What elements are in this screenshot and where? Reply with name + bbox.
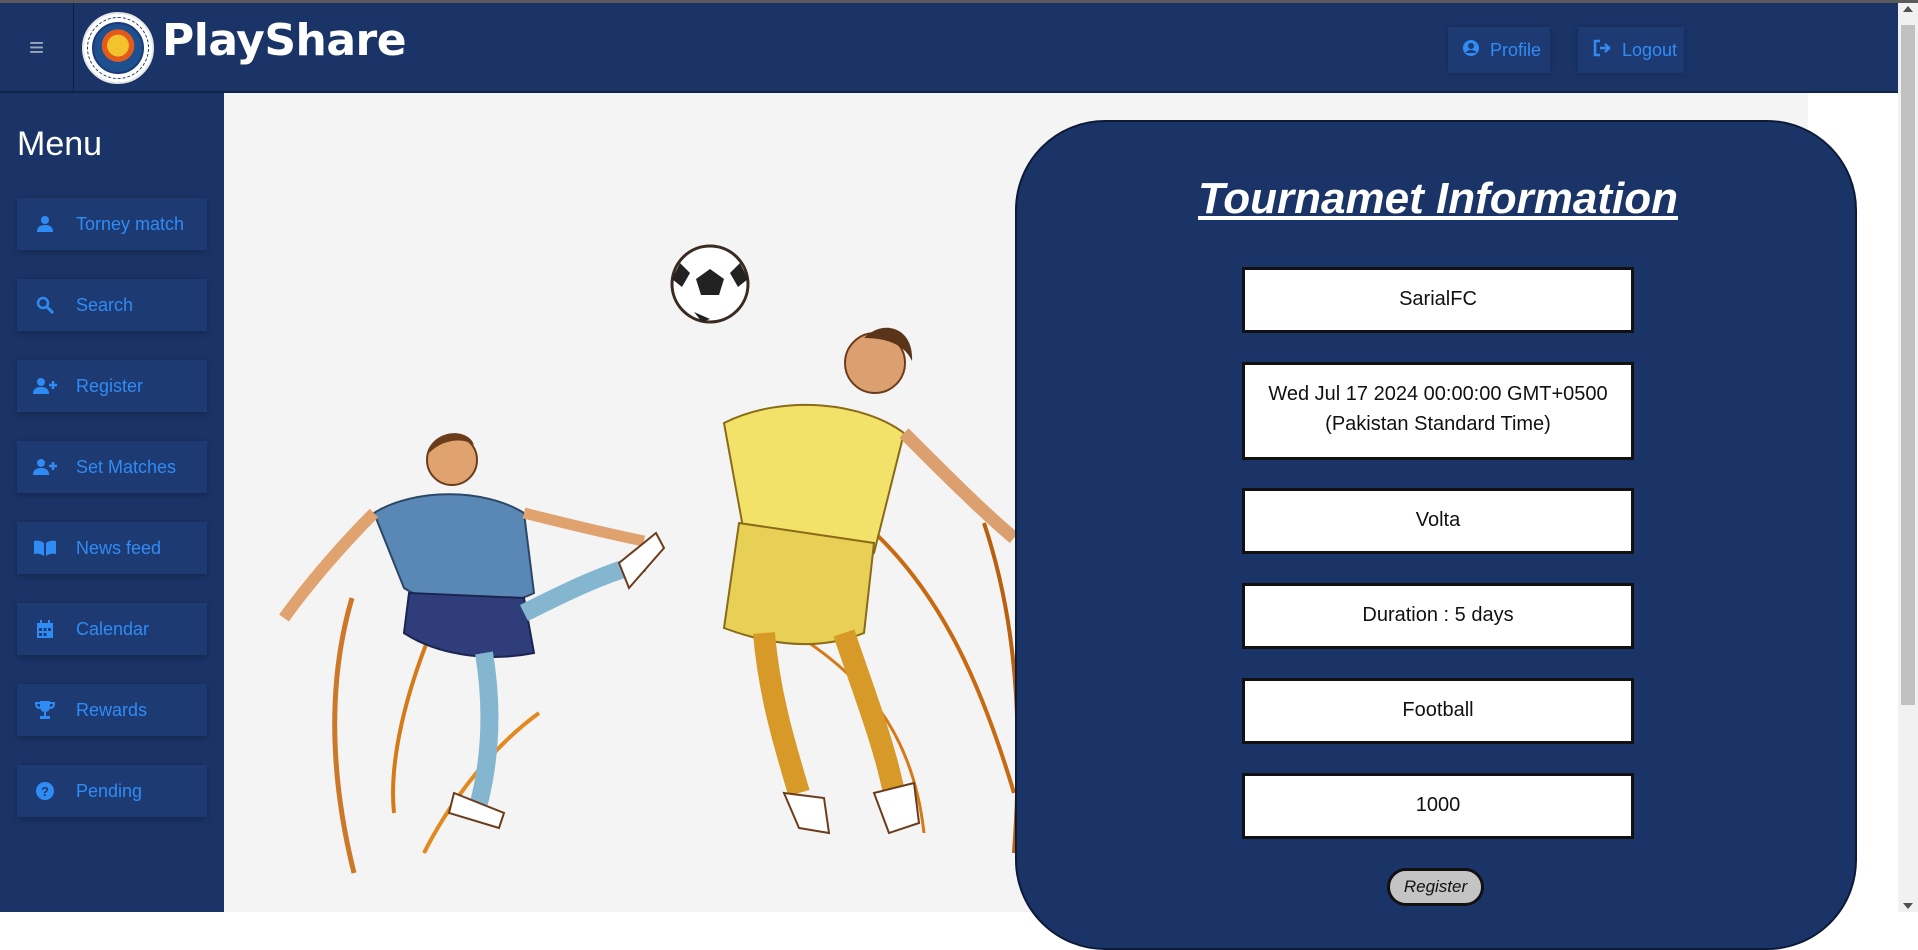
sign-out-icon — [1592, 39, 1612, 62]
sidebar-item-news-feed[interactable]: News feed — [17, 522, 207, 574]
brand-title: PlayShare — [162, 15, 407, 66]
sidebar-item-pending[interactable]: ? Pending — [17, 765, 207, 817]
sidebar-item-label: Set Matches — [76, 456, 177, 477]
user-plus-icon — [31, 377, 59, 395]
sidebar-item-rewards[interactable]: Rewards — [17, 684, 207, 736]
sidebar-item-label: Pending — [76, 780, 143, 801]
hamburger-menu-icon[interactable]: ≡ — [0, 3, 74, 91]
sidebar-item-torney-match[interactable]: Torney match — [17, 198, 207, 250]
user-icon — [31, 215, 59, 233]
profile-button[interactable]: Profile — [1448, 27, 1550, 73]
register-button[interactable]: Register — [1387, 868, 1484, 906]
sidebar-item-search[interactable]: Search — [17, 279, 207, 331]
playshare-logo — [82, 12, 154, 84]
scrollbar-thumb[interactable] — [1901, 25, 1915, 705]
team-name-field: SarialFC — [1242, 267, 1634, 333]
search-icon — [31, 296, 59, 314]
sidebar-item-label: News feed — [76, 537, 162, 558]
logout-label: Logout — [1622, 39, 1678, 60]
user-plus-icon — [31, 458, 59, 476]
sport-field: Football — [1242, 678, 1634, 744]
tournament-info-card: Tournamet Information SarialFC Wed Jul 1… — [1015, 120, 1857, 950]
entry-fee-field: 1000 — [1242, 773, 1634, 839]
football-ball-icon — [670, 244, 750, 324]
logout-button[interactable]: Logout — [1578, 27, 1684, 73]
sidebar-item-register[interactable]: Register — [17, 360, 207, 412]
card-title: Tournamet Information — [1198, 174, 1678, 223]
user-circle-icon — [1462, 39, 1480, 62]
duration-field: Duration : 5 days — [1242, 583, 1634, 649]
top-navbar: ≡ PlayShare Profile Logout — [0, 3, 1898, 93]
sidebar-item-calendar[interactable]: Calendar — [17, 603, 207, 655]
sidebar-item-set-matches[interactable]: Set Matches — [17, 441, 207, 493]
tournament-name-field: Volta — [1242, 488, 1634, 554]
trophy-icon — [31, 701, 59, 719]
calendar-icon — [31, 620, 59, 638]
svg-text:?: ? — [41, 784, 49, 799]
sidebar-item-label: Register — [76, 375, 144, 396]
sidebar-item-label: Search — [76, 294, 134, 315]
sidebar-title: Menu — [17, 125, 103, 163]
question-circle-icon: ? — [31, 782, 59, 800]
vertical-scrollbar[interactable] — [1898, 3, 1918, 912]
sidebar-item-label: Torney match — [76, 213, 185, 234]
start-date-field: Wed Jul 17 2024 00:00:00 GMT+0500 (Pakis… — [1242, 362, 1634, 460]
sidebar-item-label: Calendar — [76, 618, 150, 639]
sidebar-item-label: Rewards — [76, 699, 148, 720]
sidebar: Menu Torney match Search Register Set Ma… — [0, 93, 224, 912]
profile-label: Profile — [1490, 39, 1542, 60]
scroll-up-arrow-icon[interactable] — [1903, 6, 1913, 12]
book-open-icon — [31, 540, 59, 556]
scroll-down-arrow-icon[interactable] — [1903, 903, 1913, 909]
